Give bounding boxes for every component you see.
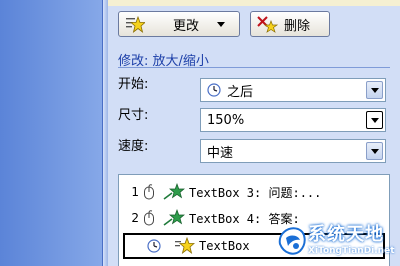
start-select[interactable]: 之后 — [200, 78, 386, 102]
change-effect-button[interactable]: 更改 — [118, 11, 240, 37]
change-label: 更改 — [173, 18, 200, 34]
delete-effect-button[interactable]: 删除 — [250, 11, 330, 37]
size-select[interactable]: 150% — [200, 108, 386, 132]
item-text: TextBox 3: 问题:... — [189, 185, 322, 200]
star-effect-icon — [125, 14, 147, 34]
watermark-url: XiTongTianDi.net — [308, 246, 395, 256]
chevron-down-icon — [370, 87, 379, 93]
size-value: 150% — [207, 112, 245, 128]
start-label: 开始: — [118, 77, 149, 92]
speed-select[interactable]: 中速 — [200, 139, 386, 163]
section-divider — [118, 67, 390, 68]
size-dropdown-button[interactable] — [366, 111, 383, 129]
chevron-down-icon — [217, 21, 226, 27]
green-star-icon — [163, 182, 185, 201]
star-effect-icon — [175, 236, 196, 255]
item-index: 2 — [131, 211, 139, 225]
delete-effect-icon — [256, 14, 279, 34]
delete-label: 删除 — [284, 18, 311, 34]
clock-icon — [147, 239, 161, 253]
globe-logo-icon — [276, 224, 308, 258]
site-watermark: 系统天地 XiTongTianDi.net — [274, 218, 400, 266]
speed-label: 速度: — [118, 139, 149, 154]
start-value: 之后 — [227, 84, 254, 100]
pane-header-strip — [108, 0, 400, 6]
chevron-down-icon — [370, 117, 379, 123]
item-text: TextBox — [199, 239, 250, 253]
speed-value: 中速 — [207, 145, 234, 161]
chevron-down-icon — [370, 148, 379, 154]
speed-dropdown-button[interactable] — [366, 142, 383, 160]
start-dropdown-button[interactable] — [366, 81, 383, 99]
item-index: 1 — [131, 185, 139, 199]
clock-icon — [207, 83, 221, 97]
size-label: 尺寸: — [118, 108, 149, 123]
slide-pane — [0, 0, 102, 266]
mouse-click-icon — [143, 184, 155, 200]
mouse-click-icon — [143, 210, 155, 226]
list-item[interactable]: 1 TextBox 3: 问题:... — [123, 179, 385, 205]
green-star-icon — [163, 208, 185, 227]
watermark-title: 系统天地 — [308, 224, 384, 245]
